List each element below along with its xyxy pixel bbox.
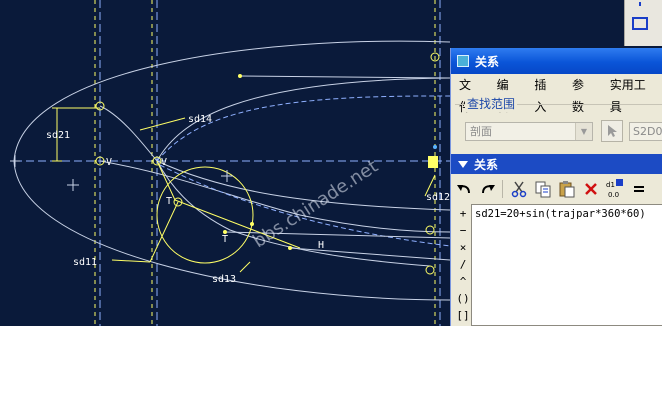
menu-edit[interactable]: 编辑 <box>489 74 527 114</box>
redo-icon[interactable] <box>477 178 499 200</box>
select-from-model-button[interactable] <box>601 120 623 142</box>
operator-multiply[interactable]: × <box>455 240 471 256</box>
delete-icon[interactable] <box>580 178 602 200</box>
dim-label-sd12[interactable]: sd12 <box>426 192 450 203</box>
constraint-v-1: V <box>106 157 112 168</box>
right-toolbar <box>624 0 662 46</box>
relation-line[interactable]: sd21=20+sin(trajpar*360*60) <box>475 208 646 220</box>
look-in-select[interactable]: 剖面 ▼ <box>465 122 593 141</box>
operator-parentheses[interactable]: () <box>455 291 471 307</box>
dim-label-sd14[interactable]: sd14 <box>188 114 212 125</box>
dialog-titlebar[interactable]: 关系 <box>451 48 662 74</box>
operator-divide[interactable]: / <box>455 257 471 273</box>
dim-label-sd21[interactable]: sd21 <box>46 130 70 141</box>
dialog-app-icon <box>457 55 469 67</box>
constraint-t-1: T <box>166 196 172 207</box>
svg-text:0.0: 0.0 <box>608 191 619 199</box>
paste-icon[interactable] <box>556 178 578 200</box>
cut-icon[interactable] <box>508 178 530 200</box>
look-in-label: 查找范围 <box>465 95 518 112</box>
collapse-triangle-icon[interactable] <box>458 160 468 168</box>
menu-insert[interactable]: 插入 <box>526 74 564 114</box>
menu-utilities[interactable]: 实用工具 <box>602 74 662 114</box>
constraint-h: H <box>318 240 324 251</box>
operator-palette: + − × / ^ () [] <box>455 206 471 326</box>
dim-label-sd11[interactable]: sd11 <box>73 257 97 268</box>
look-in-select-value: 剖面 <box>470 125 492 138</box>
selected-vertex[interactable] <box>428 156 438 168</box>
relations-section-title: 关系 <box>474 157 499 172</box>
look-in-group: 查找范围 剖面 ▼ S2D000 <box>455 95 662 147</box>
dialog-title: 关系 <box>475 54 500 69</box>
watermark: bbs.chinade.net <box>249 156 382 252</box>
svg-text:d1: d1 <box>606 181 615 189</box>
equals-icon[interactable] <box>628 178 650 200</box>
rectangle-tool-icon[interactable] <box>631 16 649 30</box>
evaluate-icon[interactable]: d1 0.0 <box>604 178 626 200</box>
dashed-curve-1 <box>156 95 451 162</box>
menu-file[interactable]: 文件 <box>451 74 489 114</box>
relations-toolbar: d1 0.0 <box>451 176 662 202</box>
relations-section-header[interactable]: 关系 <box>451 154 662 174</box>
dim-label-sd13[interactable]: sd13 <box>212 274 236 285</box>
operator-brackets[interactable]: [] <box>455 308 471 324</box>
operator-plus[interactable]: + <box>455 206 471 222</box>
operator-power[interactable]: ^ <box>455 274 471 290</box>
copy-icon[interactable] <box>532 178 554 200</box>
menu-bar: 文件 编辑 插入 参数 实用工具 <box>451 74 662 114</box>
cursor-arrow-icon <box>608 125 617 137</box>
point-tool-icon[interactable] <box>631 0 649 14</box>
chevron-down-icon[interactable]: ▼ <box>575 123 592 140</box>
relations-editor[interactable]: sd21=20+sin(trajpar*360*60) <box>471 204 662 326</box>
menu-parameters[interactable]: 参数 <box>564 74 602 114</box>
undo-icon[interactable] <box>453 178 475 200</box>
relations-dialog: 关系 文件 编辑 插入 参数 实用工具 查找范围 剖面 ▼ S2D000 关系 <box>450 48 662 326</box>
constraint-v-2: V <box>161 157 167 168</box>
look-in-name-field[interactable]: S2D000 <box>629 122 662 141</box>
constraint-t-2: T <box>222 234 228 245</box>
reference-lines <box>94 0 436 326</box>
operator-minus[interactable]: − <box>455 223 471 239</box>
